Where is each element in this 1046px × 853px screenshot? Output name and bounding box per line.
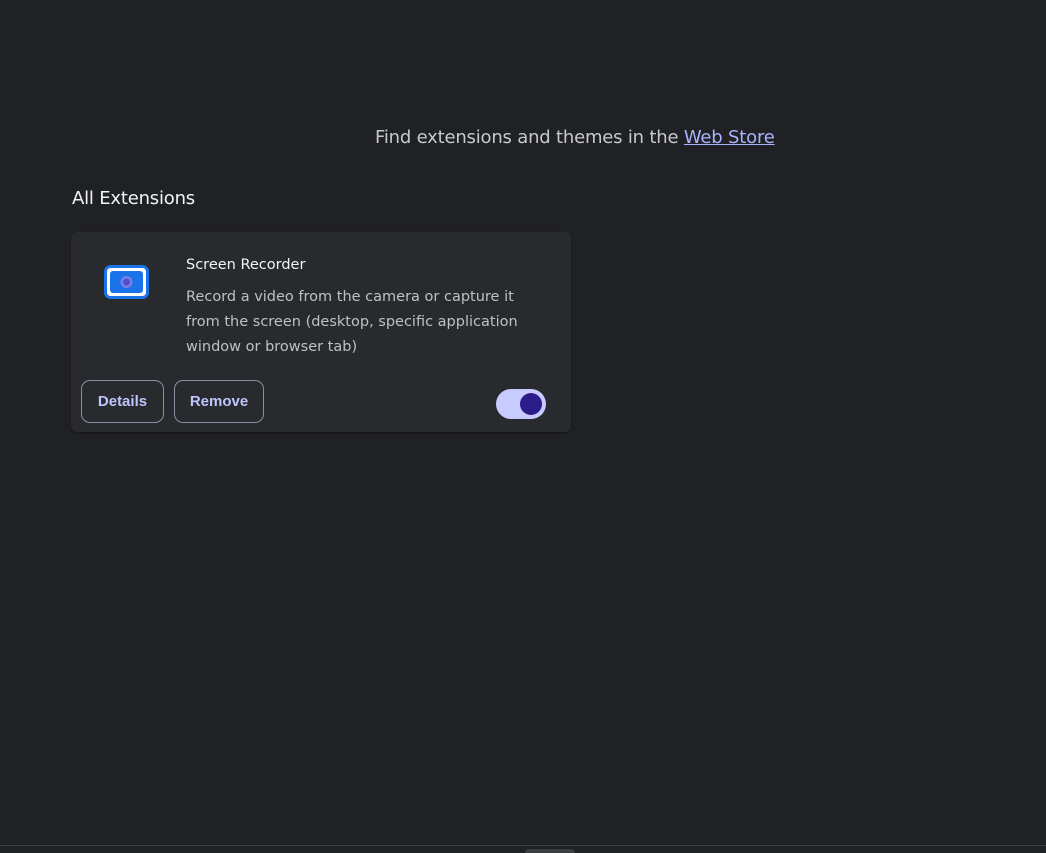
- extension-card: Screen Recorder Record a video from the …: [71, 232, 571, 432]
- extension-enable-toggle[interactable]: [496, 389, 546, 419]
- toggle-knob: [520, 393, 542, 415]
- webstore-link[interactable]: Web Store: [684, 127, 775, 148]
- bottom-divider: [0, 845, 1046, 846]
- extension-name: Screen Recorder: [186, 257, 306, 273]
- remove-button[interactable]: Remove: [174, 380, 264, 423]
- extension-description: Record a video from the camera or captur…: [186, 289, 518, 355]
- extensions-page: Find extensions and themes in the Web St…: [0, 0, 1046, 853]
- bottom-handle: [525, 849, 575, 853]
- section-title: All Extensions: [72, 188, 195, 209]
- webstore-prompt: Find extensions and themes in the Web St…: [375, 127, 775, 148]
- webstore-prompt-text: Find extensions and themes in the: [375, 127, 684, 148]
- details-button[interactable]: Details: [81, 380, 164, 423]
- screen-recorder-icon: [104, 265, 149, 299]
